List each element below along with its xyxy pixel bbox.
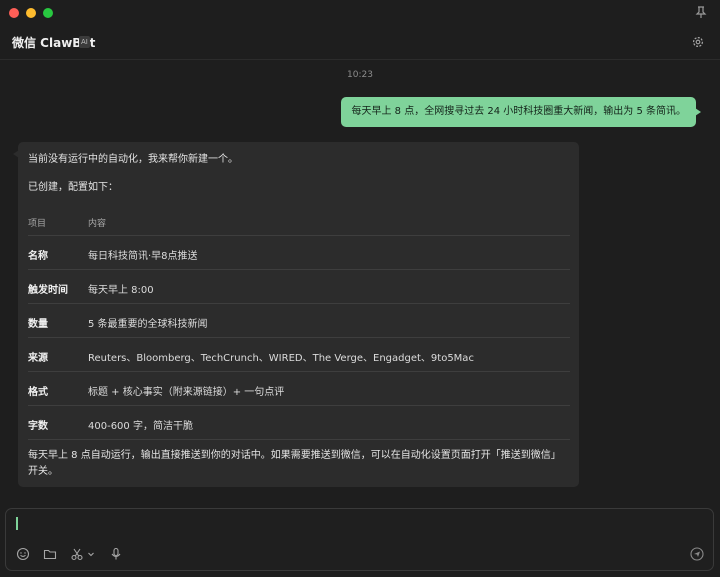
user-message-bubble[interactable]: 每天早上 8 点，全网搜寻过去 24 小时科技圈重大新闻，输出为 5 条简讯。: [341, 97, 701, 127]
message-composer[interactable]: [5, 508, 714, 571]
row-key: 触发时间: [28, 285, 68, 296]
config-table-header: 项目 内容: [28, 212, 570, 236]
row-value: 标题 + 核心事实（附来源链接）+ 一句点评: [88, 387, 285, 398]
folder-icon[interactable]: [43, 547, 57, 561]
minimize-button[interactable]: [26, 8, 36, 18]
bot-intro-text: 当前没有运行中的自动化，我来帮你新建一个。: [28, 154, 238, 165]
bot-message-bubble[interactable]: 当前没有运行中的自动化，我来帮你新建一个。 已创建，配置如下： 项目 内容 名称…: [13, 142, 579, 487]
row-value: 400-600 字，简洁干脆: [88, 421, 193, 432]
text-caret[interactable]: [16, 517, 18, 530]
table-row: 格式 标题 + 核心事实（附来源链接）+ 一句点评: [28, 372, 570, 406]
pin-icon[interactable]: [694, 5, 708, 19]
row-key: 名称: [28, 251, 48, 262]
row-key: 来源: [28, 353, 48, 364]
table-row: 数量 5 条最重要的全球科技新闻: [28, 304, 570, 338]
row-value: 每天早上 8:00: [88, 285, 154, 296]
bot-created-text: 已创建，配置如下：: [28, 182, 118, 193]
chevron-down-icon[interactable]: [86, 547, 96, 561]
table-header-content: 内容: [88, 219, 107, 229]
zoom-button[interactable]: [43, 8, 53, 18]
row-value: 每日科技简讯·早8点推送: [88, 251, 198, 262]
close-button[interactable]: [9, 8, 19, 18]
microphone-icon[interactable]: [109, 547, 123, 561]
message-timestamp: 10:23: [347, 70, 373, 80]
row-value: Reuters、Bloomberg、TechCrunch、WIRED、The V…: [88, 353, 474, 364]
gear-icon[interactable]: [691, 35, 705, 49]
bot-footer-text: 每天早上 8 点自动运行，输出直接推送到你的对话中。如果需要推送到微信，可以在自…: [28, 450, 561, 477]
row-value: 5 条最重要的全球科技新闻: [88, 319, 208, 330]
ai-badge: AI: [79, 36, 90, 48]
table-row: 字数 400-600 字，简洁干脆: [28, 406, 570, 440]
chat-header: 微信 ClawBot AI: [0, 26, 720, 60]
scissors-icon[interactable]: [70, 547, 84, 561]
table-row: 名称 每日科技简讯·早8点推送: [28, 236, 570, 270]
row-key: 格式: [28, 387, 48, 398]
title-bar: [0, 0, 720, 26]
table-header-item: 项目: [28, 219, 47, 229]
send-icon[interactable]: [690, 547, 704, 561]
row-key: 数量: [28, 319, 48, 330]
table-row: 触发时间 每天早上 8:00: [28, 270, 570, 304]
table-row: 来源 Reuters、Bloomberg、TechCrunch、WIRED、Th…: [28, 338, 570, 372]
row-key: 字数: [28, 421, 48, 432]
emoji-icon[interactable]: [16, 547, 30, 561]
